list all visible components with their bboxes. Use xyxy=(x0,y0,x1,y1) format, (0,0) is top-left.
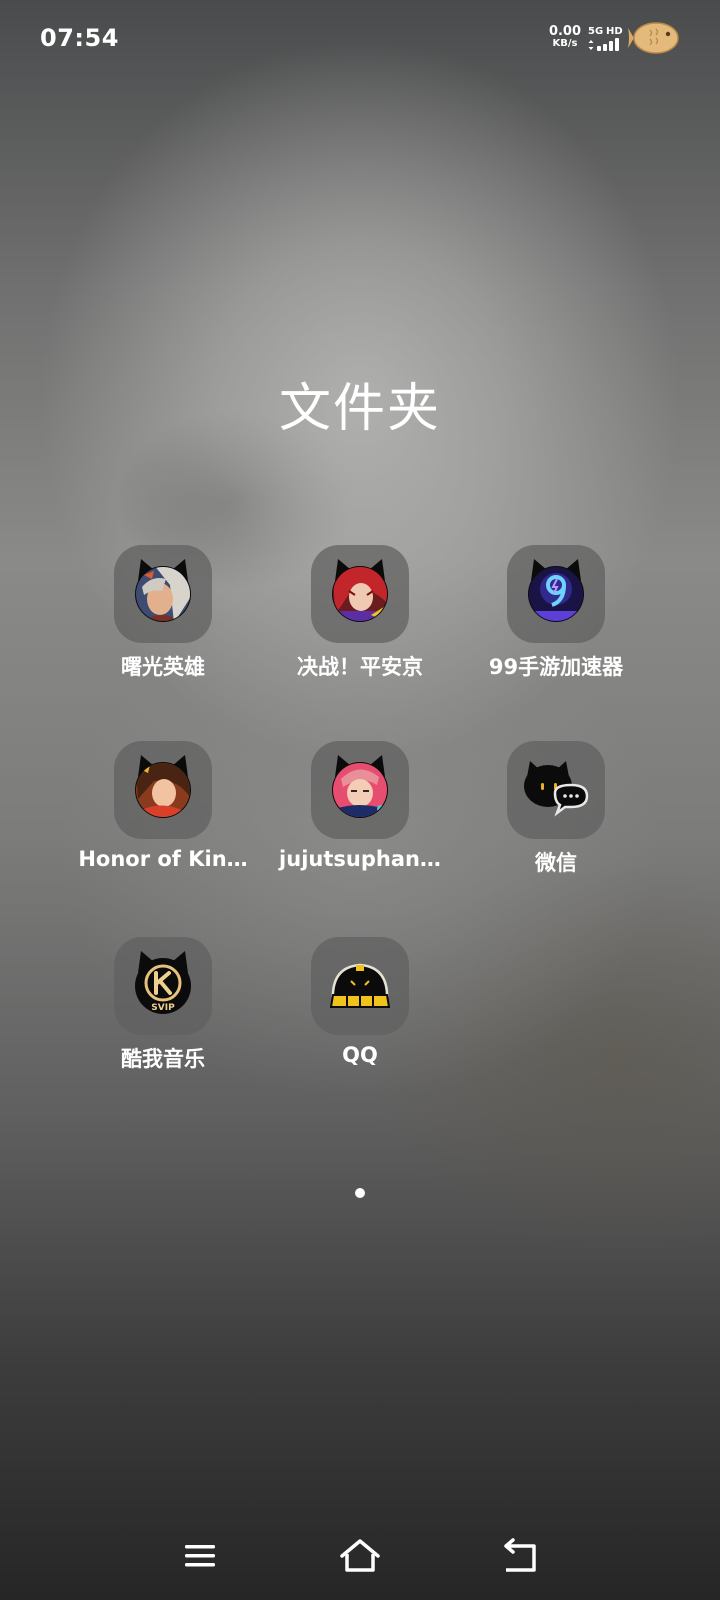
jujutsu-phantom-app-icon xyxy=(332,755,388,818)
status-time: 07:54 xyxy=(40,24,119,52)
onmyoji-arena-app-icon xyxy=(332,559,388,622)
app-label: jujutsuphan… xyxy=(279,847,441,871)
back-button[interactable] xyxy=(488,1532,552,1580)
app-label: 99手游加速器 xyxy=(488,655,624,679)
app-accelerator-99[interactable]: 99手游加速器 xyxy=(461,545,651,695)
wechat-app-icon xyxy=(524,761,589,817)
app-label: 决战！平安京 xyxy=(297,655,423,679)
app-kuwo-music[interactable]: SVIP 酷我音乐 xyxy=(68,937,258,1087)
network-speed-unit: KB/s xyxy=(552,38,578,49)
app-tile[interactable] xyxy=(114,545,212,643)
shuguang-hero-app-icon xyxy=(135,559,191,622)
page-indicator-dot xyxy=(355,1188,365,1198)
app-label: 曙光英雄 xyxy=(121,655,205,679)
app-tile[interactable] xyxy=(311,545,409,643)
app-tile[interactable] xyxy=(507,545,605,643)
menu-icon xyxy=(185,1545,215,1567)
folder-title: 文件夹 xyxy=(278,379,441,439)
app-honor-of-kings[interactable]: Honor of Kin… xyxy=(68,741,258,891)
app-tile[interactable] xyxy=(114,741,212,839)
app-label: 微信 xyxy=(535,851,577,875)
app-tile[interactable] xyxy=(507,741,605,839)
qq-app-icon xyxy=(329,963,391,1008)
network-type-label: 5G xyxy=(588,26,604,37)
app-tile[interactable] xyxy=(311,937,409,1035)
app-onmyoji-arena[interactable]: 决战！平安京 xyxy=(265,545,455,695)
fish-icon xyxy=(628,22,679,54)
kuwo-music-app-icon: SVIP xyxy=(135,951,191,1014)
signal-icon xyxy=(588,38,619,51)
honor-of-kings-app-icon xyxy=(135,755,191,818)
app-label: Honor of Kin… xyxy=(78,847,248,871)
app-tile[interactable] xyxy=(311,741,409,839)
back-icon xyxy=(504,1538,536,1572)
app-shuguang-hero[interactable]: 曙光英雄 xyxy=(68,545,258,695)
hd-label: HD xyxy=(606,26,623,37)
home-button[interactable] xyxy=(328,1532,392,1580)
home-icon xyxy=(340,1539,380,1572)
app-wechat[interactable]: 微信 xyxy=(461,741,651,891)
network-speed: 0.00 KB/s xyxy=(548,24,582,49)
app-qq[interactable]: QQ xyxy=(265,937,455,1087)
network-speed-value: 0.00 xyxy=(548,24,582,39)
app-label: 酷我音乐 xyxy=(121,1047,205,1071)
status-bar: 07:54 0.00 KB/s 5G HD xyxy=(0,0,720,78)
accelerator-99-app-icon xyxy=(528,559,584,622)
app-jujutsu-phantom[interactable]: jujutsuphan… xyxy=(265,741,455,891)
menu-button[interactable] xyxy=(168,1532,232,1580)
app-label: QQ xyxy=(342,1043,378,1067)
app-tile[interactable]: SVIP xyxy=(114,937,212,1035)
svg-text:SVIP: SVIP xyxy=(151,1003,175,1013)
